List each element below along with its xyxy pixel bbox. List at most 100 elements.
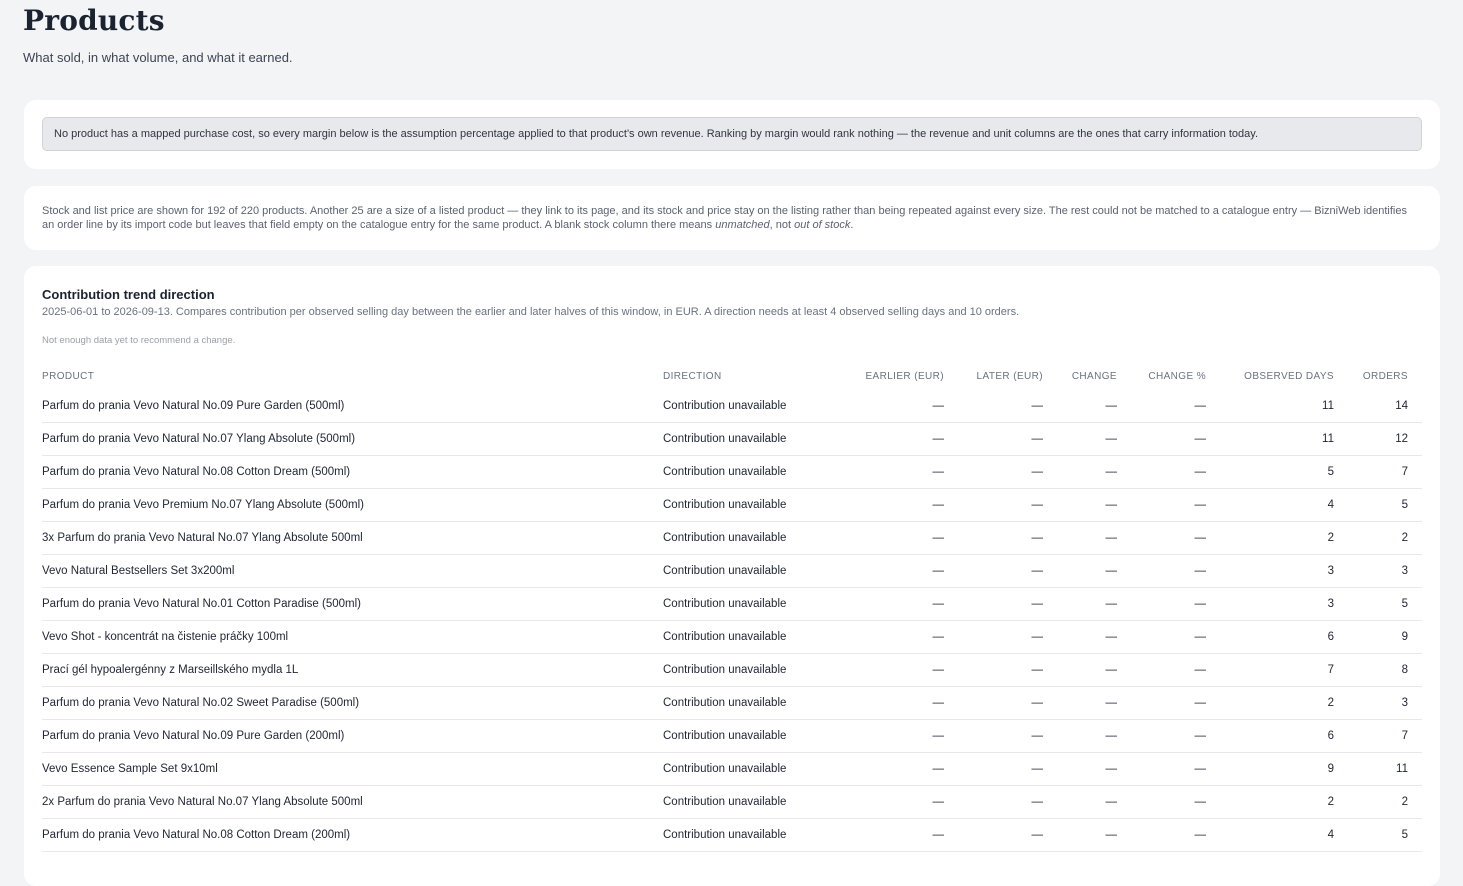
earlier-value: — (843, 488, 944, 522)
orders-value: 9 (1334, 620, 1408, 654)
product-name: Parfum do prania Vevo Premium No.07 Ylan… (42, 488, 663, 522)
change-pct-value: — (1117, 752, 1206, 786)
observed-days-value: 9 (1206, 752, 1334, 786)
table-row[interactable]: Parfum do prania Vevo Premium No.07 Ylan… (42, 488, 1422, 522)
col-header-change[interactable]: CHANGE (1043, 362, 1117, 390)
observed-days-value: 2 (1206, 785, 1334, 819)
later-value: — (944, 455, 1043, 489)
product-name: Parfum do prania Vevo Natural No.01 Cott… (42, 587, 663, 621)
change-pct-value: — (1117, 686, 1206, 720)
earlier-value: — (843, 390, 944, 423)
product-name: Prací gél hypoalergénny z Marseillského … (42, 653, 663, 687)
product-name: Vevo Shot - koncentrát na čistenie práčk… (42, 620, 663, 654)
later-value: — (944, 587, 1043, 621)
orders-value: 7 (1334, 455, 1408, 489)
col-header-later[interactable]: LATER (EUR) (944, 362, 1043, 390)
earlier-value: — (843, 752, 944, 786)
table-row[interactable]: Vevo Essence Sample Set 9x10ml Contributi… (42, 752, 1422, 786)
change-value: — (1043, 818, 1117, 852)
product-name: Parfum do prania Vevo Natural No.09 Pure… (42, 390, 663, 423)
table-row[interactable]: Parfum do prania Vevo Natural No.02 Swee… (42, 686, 1422, 720)
observed-days-value: 4 (1206, 818, 1334, 852)
row-spacer (1408, 620, 1422, 654)
change-pct-value: — (1117, 587, 1206, 621)
table-row[interactable]: Prací gél hypoalergénny z Marseillského … (42, 653, 1422, 687)
later-value: — (944, 554, 1043, 588)
col-header-direction[interactable]: DIRECTION (663, 362, 843, 390)
later-value: — (944, 785, 1043, 819)
table-row[interactable]: Vevo Shot - koncentrát na čistenie práčk… (42, 620, 1422, 654)
table-row[interactable]: Vevo Natural Bestsellers Set 3x200ml Cont… (42, 554, 1422, 588)
change-pct-value: — (1117, 521, 1206, 555)
orders-value: 2 (1334, 521, 1408, 555)
orders-value: 5 (1334, 488, 1408, 522)
table-row[interactable]: Parfum do prania Vevo Natural No.01 Cott… (42, 587, 1422, 621)
direction-value: Contribution unavailable (663, 785, 843, 819)
earlier-value: — (843, 422, 944, 456)
trend-section-title: Contribution trend direction (42, 287, 215, 302)
change-pct-value: — (1117, 422, 1206, 456)
direction-value: Contribution unavailable (663, 455, 843, 489)
col-header-earlier[interactable]: EARLIER (EUR) (843, 362, 944, 390)
later-value: — (944, 488, 1043, 522)
col-header-change-pct[interactable]: CHANGE % (1117, 362, 1206, 390)
table-row[interactable]: Parfum do prania Vevo Natural No.08 Cott… (42, 455, 1422, 489)
observed-days-value: 11 (1206, 390, 1334, 423)
table-row[interactable]: Parfum do prania Vevo Natural No.08 Cott… (42, 818, 1422, 852)
table-row[interactable]: Parfum do prania Vevo Natural No.09 Pure… (42, 719, 1422, 753)
observed-days-value: 6 (1206, 719, 1334, 753)
later-value: — (944, 521, 1043, 555)
stock-info-card: Stock and list price are shown for 192 o… (24, 186, 1440, 250)
product-name: Parfum do prania Vevo Natural No.08 Cott… (42, 455, 663, 489)
change-value: — (1043, 620, 1117, 654)
table-row[interactable]: Parfum do prania Vevo Natural No.07 Ylan… (42, 422, 1422, 456)
trend-table-body: Parfum do prania Vevo Natural No.09 Pure… (42, 390, 1422, 852)
later-value: — (944, 818, 1043, 852)
col-header-product[interactable]: PRODUCT (42, 362, 663, 390)
orders-value: 14 (1334, 390, 1408, 423)
trend-table: PRODUCT DIRECTION EARLIER (EUR) LATER (E… (42, 362, 1422, 852)
change-value: — (1043, 653, 1117, 687)
direction-value: Contribution unavailable (663, 719, 843, 753)
row-spacer (1408, 455, 1422, 489)
col-header-observed-days[interactable]: OBSERVED DAYS (1206, 362, 1334, 390)
product-name: Vevo Natural Bestsellers Set 3x200ml (42, 554, 663, 588)
direction-value: Contribution unavailable (663, 521, 843, 555)
earlier-value: — (843, 521, 944, 555)
earlier-value: — (843, 455, 944, 489)
col-header-orders[interactable]: ORDERS (1334, 362, 1408, 390)
out-of-stock-term: out of stock (794, 219, 851, 231)
unmatched-term: unmatched (715, 219, 770, 231)
direction-value: Contribution unavailable (663, 620, 843, 654)
direction-value: Contribution unavailable (663, 390, 843, 423)
direction-value: Contribution unavailable (663, 422, 843, 456)
row-spacer (1408, 752, 1422, 786)
table-row[interactable]: 3x Parfum do prania Vevo Natural No.07 Y… (42, 521, 1422, 555)
product-name: 2x Parfum do prania Vevo Natural No.07 Y… (42, 785, 663, 819)
table-row[interactable]: 2x Parfum do prania Vevo Natural No.07 Y… (42, 785, 1422, 819)
observed-days-value: 6 (1206, 620, 1334, 654)
row-spacer (1408, 488, 1422, 522)
change-value: — (1043, 455, 1117, 489)
change-pct-value: — (1117, 785, 1206, 819)
orders-value: 3 (1334, 686, 1408, 720)
later-value: — (944, 620, 1043, 654)
orders-value: 11 (1334, 752, 1408, 786)
trend-section-description: 2025-06-01 to 2026-09-13. Compares contr… (42, 306, 1020, 318)
change-value: — (1043, 719, 1117, 753)
stock-coverage-note: Stock and list price are shown for 192 o… (42, 204, 1422, 232)
change-pct-value: — (1117, 488, 1206, 522)
change-pct-value: — (1117, 455, 1206, 489)
earlier-value: — (843, 785, 944, 819)
later-value: — (944, 752, 1043, 786)
change-value: — (1043, 686, 1117, 720)
product-name: Parfum do prania Vevo Natural No.09 Pure… (42, 719, 663, 753)
col-header-spacer (1408, 362, 1422, 390)
row-spacer (1408, 686, 1422, 720)
change-pct-value: — (1117, 818, 1206, 852)
trend-card: Contribution trend direction 2025-06-01 … (24, 266, 1440, 886)
page-subtitle: What sold, in what volume, and what it e… (23, 50, 293, 65)
product-name: Parfum do prania Vevo Natural No.02 Swee… (42, 686, 663, 720)
orders-value: 12 (1334, 422, 1408, 456)
table-row[interactable]: Parfum do prania Vevo Natural No.09 Pure… (42, 390, 1422, 423)
